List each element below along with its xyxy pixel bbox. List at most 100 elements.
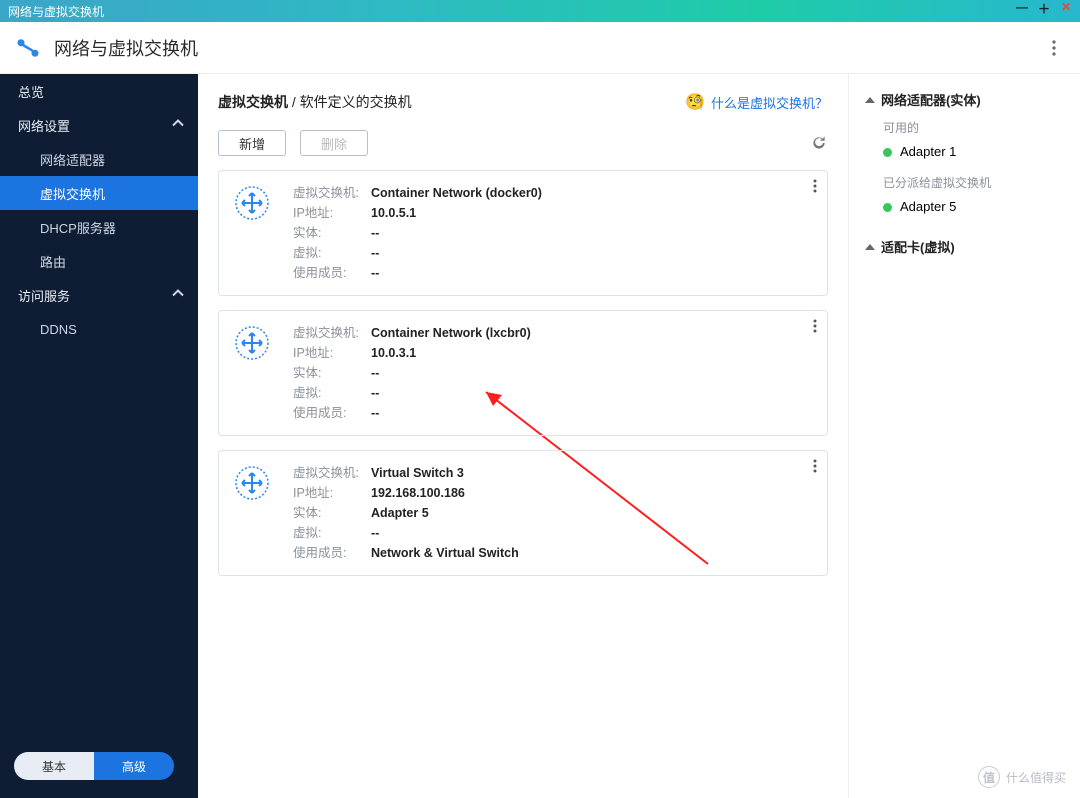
card-row-value: -- — [371, 403, 379, 423]
crumb-a: 虚拟交换机 — [218, 94, 288, 110]
sidebar-item-overview[interactable]: 总览 — [0, 74, 198, 108]
rpanel-item-adapter1[interactable]: Adapter 1 — [883, 140, 1066, 164]
card-row-label: 虚拟交换机: — [293, 463, 371, 483]
card-row-value: 192.168.100.186 — [371, 483, 465, 503]
add-button[interactable]: 新增 — [218, 130, 286, 156]
vswitch-icon — [231, 323, 273, 423]
mode-advanced[interactable]: 高级 — [94, 752, 174, 780]
card-row-value: Adapter 5 — [371, 503, 429, 523]
crumb-sep: / — [288, 94, 300, 110]
rpanel-section-label: 适配卡(虚拟) — [881, 237, 955, 256]
minimize-icon[interactable]: — — [1014, 0, 1030, 17]
card-row: 虚拟交换机:Container Network (docker0) — [293, 183, 813, 203]
sidebar-item-dhcp[interactable]: DHCP服务器 — [0, 210, 198, 244]
triangle-up-icon — [865, 242, 875, 252]
status-dot-icon — [883, 148, 892, 157]
card-row-label: 虚拟交换机: — [293, 183, 371, 203]
rpanel-section-label: 网络适配器(实体) — [881, 90, 981, 109]
vswitch-card[interactable]: 虚拟交换机:Virtual Switch 3IP地址:192.168.100.1… — [218, 450, 828, 576]
chevron-up-icon — [172, 288, 184, 303]
toolbar: 新增 删除 — [218, 130, 828, 156]
card-menu-icon[interactable] — [813, 459, 817, 478]
card-row-value: 10.0.5.1 — [371, 203, 416, 223]
card-row-value: -- — [371, 223, 379, 243]
card-row: 虚拟:-- — [293, 523, 813, 543]
rpanel-item-label: Adapter 1 — [900, 140, 956, 164]
sidebar-item-route[interactable]: 路由 — [0, 244, 198, 278]
taskbar-app-label[interactable]: 网络与虚拟交换机 — [8, 3, 104, 20]
card-row: 实体:-- — [293, 223, 813, 243]
window-controls: — ＋ ✕ — [1014, 0, 1074, 17]
card-menu-icon[interactable] — [813, 179, 817, 198]
card-row-label: 虚拟: — [293, 523, 371, 543]
window-header: 网络与虚拟交换机 — [0, 22, 1080, 74]
sidebar-item-label: 访问服务 — [18, 286, 70, 305]
card-row-label: 虚拟: — [293, 243, 371, 263]
card-row-label: 虚拟: — [293, 383, 371, 403]
sidebar-item-adapters[interactable]: 网络适配器 — [0, 142, 198, 176]
rpanel-section-adapters[interactable]: 网络适配器(实体) — [865, 90, 1066, 109]
card-row: 虚拟:-- — [293, 383, 813, 403]
card-rows: 虚拟交换机:Virtual Switch 3IP地址:192.168.100.1… — [293, 463, 813, 563]
card-row-label: IP地址: — [293, 203, 371, 223]
card-row-label: 虚拟交换机: — [293, 323, 371, 343]
card-row-value: Network & Virtual Switch — [371, 543, 519, 563]
card-row: IP地址:192.168.100.186 — [293, 483, 813, 503]
triangle-up-icon — [865, 95, 875, 105]
rpanel-item-adapter5[interactable]: Adapter 5 — [883, 195, 1066, 219]
window-more-icon[interactable] — [1042, 36, 1066, 60]
sidebar: 总览 网络设置 网络适配器 虚拟交换机 DHCP服务器 路由 访问服务 DDNS… — [0, 74, 198, 798]
card-row-label: IP地址: — [293, 483, 371, 503]
chevron-up-icon — [172, 118, 184, 133]
card-row: 实体:Adapter 5 — [293, 503, 813, 523]
sidebar-item-access[interactable]: 访问服务 — [0, 278, 198, 312]
crumb-b: 软件定义的交换机 — [300, 94, 412, 110]
card-row-label: 使用成员: — [293, 543, 371, 563]
card-row-value: Container Network (docker0) — [371, 183, 542, 203]
sidebar-item-net-settings[interactable]: 网络设置 — [0, 108, 198, 142]
card-row-label: 使用成员: — [293, 403, 371, 423]
main-panel: 虚拟交换机 / 软件定义的交换机 新增 删除 虚拟交换机:Container N… — [198, 74, 848, 798]
rpanel-item-label: Adapter 5 — [900, 195, 956, 219]
refresh-icon[interactable] — [810, 134, 828, 152]
mode-basic[interactable]: 基本 — [14, 752, 94, 780]
vswitch-icon — [231, 463, 273, 563]
card-row-value: -- — [371, 263, 379, 283]
rpanel-subhdr-available: 可用的 — [883, 119, 1066, 136]
status-dot-icon — [883, 203, 892, 212]
vswitch-card-list: 虚拟交换机:Container Network (docker0)IP地址:10… — [218, 170, 828, 576]
card-row: 使用成员:Network & Virtual Switch — [293, 543, 813, 563]
rpanel-subhdr-assigned: 已分派给虚拟交换机 — [883, 174, 1066, 191]
close-icon[interactable]: ✕ — [1058, 0, 1074, 17]
card-row: 虚拟交换机:Virtual Switch 3 — [293, 463, 813, 483]
vswitch-card[interactable]: 虚拟交换机:Container Network (lxcbr0)IP地址:10.… — [218, 310, 828, 436]
card-row-value: Container Network (lxcbr0) — [371, 323, 531, 343]
window-title: 网络与虚拟交换机 — [54, 35, 198, 61]
vswitch-icon — [231, 183, 273, 283]
maximize-icon[interactable]: ＋ — [1036, 0, 1052, 17]
card-row: IP地址:10.0.3.1 — [293, 343, 813, 363]
sidebar-item-vswitch[interactable]: 虚拟交换机 — [0, 176, 198, 210]
delete-button: 删除 — [300, 130, 368, 156]
sidebar-item-ddns[interactable]: DDNS — [0, 312, 198, 346]
sidebar-item-label: 网络设置 — [18, 116, 70, 135]
card-row: 虚拟交换机:Container Network (lxcbr0) — [293, 323, 813, 343]
card-row-label: 实体: — [293, 363, 371, 383]
watermark: 值 什么值得买 — [978, 766, 1066, 788]
help-emoji-icon: 🧐 — [685, 92, 705, 112]
card-row-label: 实体: — [293, 223, 371, 243]
rpanel-section-virtual-nic[interactable]: 适配卡(虚拟) — [865, 237, 1066, 256]
card-menu-icon[interactable] — [813, 319, 817, 338]
help-link[interactable]: 🧐 什么是虚拟交换机？ — [685, 92, 828, 112]
help-link-label: 什么是虚拟交换机？ — [711, 93, 828, 112]
card-row: 使用成员:-- — [293, 403, 813, 423]
card-row-label: 实体: — [293, 503, 371, 523]
vswitch-card[interactable]: 虚拟交换机:Container Network (docker0)IP地址:10… — [218, 170, 828, 296]
card-row: IP地址:10.0.5.1 — [293, 203, 813, 223]
card-rows: 虚拟交换机:Container Network (lxcbr0)IP地址:10.… — [293, 323, 813, 423]
card-row-value: -- — [371, 383, 379, 403]
card-row-value: 10.0.3.1 — [371, 343, 416, 363]
card-row-value: -- — [371, 243, 379, 263]
watermark-logo-icon: 值 — [978, 766, 1000, 788]
os-taskbar: 网络与虚拟交换机 — ＋ ✕ — [0, 0, 1080, 22]
